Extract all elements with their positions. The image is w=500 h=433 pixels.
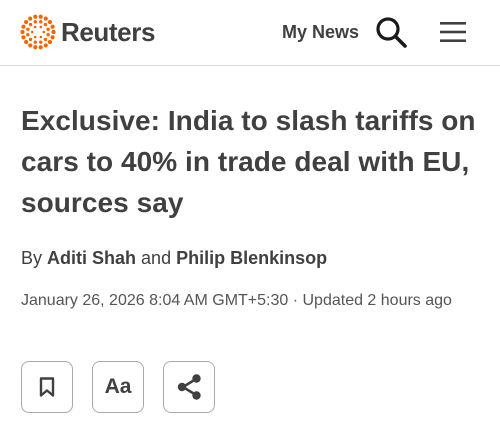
logo-text: Reuters [61,16,156,47]
logo-dot [39,20,43,24]
logo-dot [38,45,43,50]
logo-dot [43,22,48,27]
bookmark-icon [39,377,55,397]
site-header: Reuters My News [0,0,500,66]
logo-dot [26,27,30,31]
logo-dot [28,16,33,21]
article-headline: Exclusive: India to slash tariffs on car… [21,105,476,218]
logo-dot [21,35,26,40]
byline-conjunction: and [141,248,172,268]
logo-dot [20,29,25,35]
author-link-2[interactable]: Philip Blenkinsop [176,248,327,268]
logo-dot [42,30,46,34]
logo-dot [33,45,38,50]
logo-dot [28,37,33,42]
logo-dot [28,22,33,27]
share-icon [177,374,201,400]
bookmark-button[interactable] [21,361,73,413]
logo-dot [46,33,50,37]
logo-dot [46,27,50,31]
logo-dot [28,43,33,48]
logo-dot [47,39,52,45]
logo-dot [33,35,37,39]
logo-dot [21,24,26,29]
logo-dot [38,14,43,19]
logo-dot [33,14,38,19]
logo-dot [33,20,37,24]
logo-dot [43,16,48,21]
search-icon[interactable] [374,15,408,49]
author-link-1[interactable]: Aditi Shah [47,248,136,268]
byline-prefix: By [21,248,43,268]
logo-dot [33,25,37,29]
text-size-button[interactable]: Aa [92,361,144,413]
logo-dot [43,37,48,42]
logo-dot [39,40,43,44]
reuters-logo[interactable]: Reuters [20,14,155,50]
logo-dot [39,35,43,39]
logo-dot [50,35,55,40]
logo-dot [24,19,29,25]
logo-dot [47,19,52,25]
logo-dot [51,29,56,35]
article-dateline: January 26, 2026 8:04 AM GMT+5:30 · Upda… [21,292,452,309]
logo-dot [33,40,37,44]
logo-dot [50,24,55,29]
logo-dot [26,33,30,37]
logo-dot [24,39,29,45]
hamburger-menu-icon[interactable] [440,21,466,43]
text-size-label: Aa [104,375,132,398]
byline: By Aditi Shah and Philip Blenkinsop [21,248,327,269]
reuters-logo-icon [20,14,56,50]
logo-dot [39,25,43,29]
logo-dot [43,43,48,48]
my-news-link[interactable]: My News [282,22,359,43]
share-button[interactable] [163,361,215,413]
logo-dot [30,30,34,34]
